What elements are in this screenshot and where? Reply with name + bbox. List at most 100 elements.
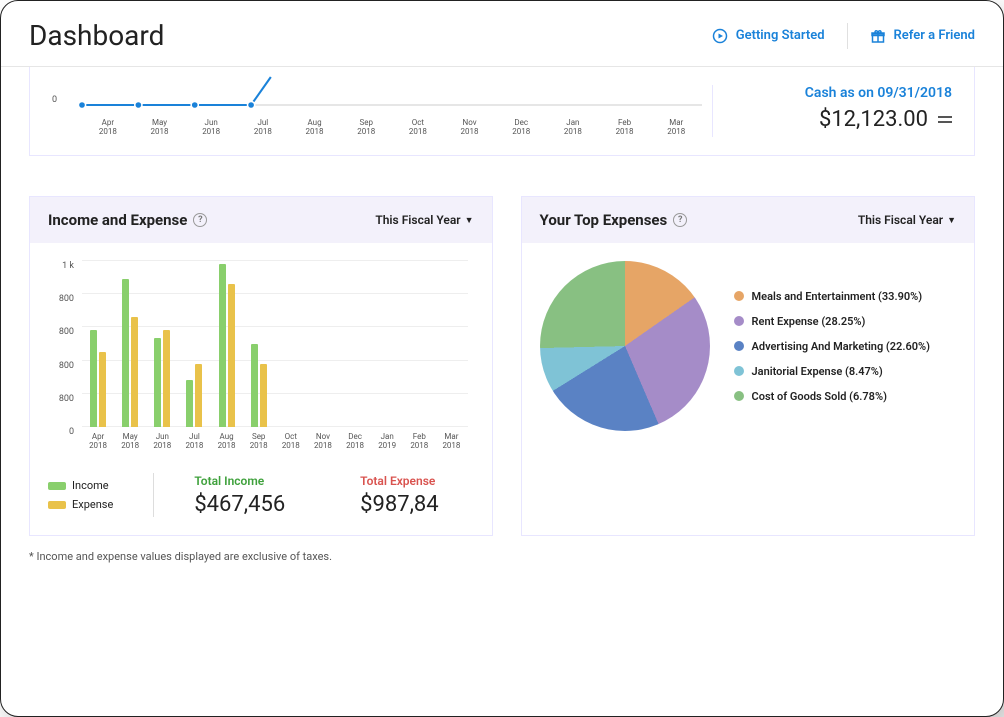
legend-dot	[734, 291, 744, 301]
top-expenses-period-label: This Fiscal Year	[858, 213, 943, 227]
pie-legend-item: Rent Expense (28.25%)	[734, 315, 930, 328]
cash-value-row: $12,123.00	[735, 107, 952, 132]
cash-row: 0 Apr2018May2018Jun2018Jul2018Aug2018Sep…	[29, 67, 975, 156]
legend-dot	[734, 391, 744, 401]
swatch-income	[48, 482, 66, 490]
caret-down-icon: ▼	[947, 215, 956, 226]
total-expense-value: $987,84	[360, 492, 439, 517]
bar-group	[339, 261, 371, 427]
x-tick: Jul2018	[178, 432, 210, 451]
help-icon[interactable]: ?	[193, 213, 207, 227]
x-tick: Mar2018	[435, 432, 467, 451]
legend-label: Rent Expense (28.25%)	[752, 315, 866, 328]
bar	[228, 284, 235, 427]
x-tick: Nov2018	[307, 432, 339, 451]
total-expense: Total Expense $987,84	[360, 474, 439, 517]
header-actions: Getting Started Refer a Friend	[712, 23, 975, 49]
pie-legend: Meals and Entertainment (33.90%) Rent Exp…	[734, 290, 930, 403]
bar-group	[82, 261, 114, 427]
x-tick: Jan2018	[547, 118, 599, 137]
x-tick: Apr2018	[82, 432, 114, 451]
cash-date-link[interactable]: Cash as on 09/31/2018	[735, 85, 952, 101]
x-tick: Jun2018	[146, 432, 178, 451]
getting-started-label: Getting Started	[736, 28, 825, 43]
income-expense-period-label: This Fiscal Year	[375, 213, 460, 227]
y-tick: 800	[59, 294, 74, 304]
x-tick: Sep2018	[340, 118, 392, 137]
bar-group	[243, 261, 275, 427]
x-tick: Feb2018	[403, 432, 435, 451]
getting-started-link[interactable]: Getting Started	[712, 28, 825, 44]
cash-value: $12,123.00	[819, 107, 928, 132]
income-expense-card: Income and Expense ? This Fiscal Year ▼ …	[29, 196, 493, 536]
bar	[90, 330, 97, 427]
bar	[131, 317, 138, 427]
divider	[153, 473, 154, 517]
x-tick: Jul2018	[237, 118, 289, 137]
y-tick: 0	[69, 427, 74, 437]
menu-icon[interactable]	[938, 116, 952, 123]
y-tick: 1 k	[62, 261, 74, 271]
x-tick: Aug2018	[211, 432, 243, 451]
income-expense-period-picker[interactable]: This Fiscal Year ▼	[375, 213, 473, 227]
x-tick: Sep2018	[243, 432, 275, 451]
x-tick: Feb2018	[599, 118, 651, 137]
cash-box: Cash as on 09/31/2018 $12,123.00	[712, 85, 952, 137]
bar-group	[307, 261, 339, 427]
top-expenses-title: Your Top Expenses ?	[540, 211, 688, 229]
x-tick: Nov2018	[444, 118, 496, 137]
top-expenses-period-picker[interactable]: This Fiscal Year ▼	[858, 213, 956, 227]
swatch-expense	[48, 501, 66, 509]
bar-group	[211, 261, 243, 427]
bar	[219, 264, 226, 427]
x-tick: Jun2018	[185, 118, 237, 137]
top-expenses-title-text: Your Top Expenses	[540, 211, 668, 229]
bar	[154, 338, 161, 427]
pie-legend-item: Meals and Entertainment (33.90%)	[734, 290, 930, 303]
legend-label: Advertising And Marketing (22.60%)	[752, 340, 930, 353]
income-expense-barchart: 08008008008001 k Apr2018May2018Jun2018Ju…	[48, 261, 474, 451]
top-expenses-card: Your Top Expenses ? This Fiscal Year ▼ M…	[521, 196, 975, 536]
bar-group	[275, 261, 307, 427]
income-expense-title-text: Income and Expense	[48, 211, 187, 229]
refer-friend-label: Refer a Friend	[894, 28, 975, 43]
income-expense-title: Income and Expense ?	[48, 211, 207, 229]
bar	[186, 380, 193, 427]
header: Dashboard Getting Started Refer a Friend	[1, 1, 1003, 67]
bar	[163, 330, 170, 427]
pie-legend-item: Advertising And Marketing (22.60%)	[734, 340, 930, 353]
bar-legend: Income Expense	[48, 479, 113, 511]
total-income: Total Income $467,456	[194, 474, 285, 517]
legend-income-label: Income	[72, 479, 109, 492]
legend-dot	[734, 366, 744, 376]
divider	[847, 23, 848, 49]
gift-icon	[870, 28, 886, 44]
bar	[122, 279, 129, 427]
page-title: Dashboard	[29, 19, 164, 52]
cash-trend-chart: 0 Apr2018May2018Jun2018Jul2018Aug2018Sep…	[52, 85, 712, 137]
x-tick: May2018	[134, 118, 186, 137]
total-income-value: $467,456	[194, 492, 285, 517]
legend-income: Income	[48, 479, 113, 492]
bar	[260, 364, 267, 427]
bar	[99, 352, 106, 427]
y-tick-0: 0	[52, 95, 57, 105]
x-tick: Aug2018	[289, 118, 341, 137]
legend-dot	[734, 316, 744, 326]
refer-friend-link[interactable]: Refer a Friend	[870, 28, 975, 44]
x-tick: Jan2019	[371, 432, 403, 451]
x-tick: Oct2018	[392, 118, 444, 137]
bar	[251, 344, 258, 427]
y-tick: 800	[59, 361, 74, 371]
y-tick: 800	[59, 394, 74, 404]
bar-group	[178, 261, 210, 427]
x-tick: May2018	[114, 432, 146, 451]
total-income-label: Total Income	[194, 474, 285, 488]
x-tick: Dec2018	[339, 432, 371, 451]
pie-legend-item: Cost of Goods Sold (6.78%)	[734, 390, 930, 403]
legend-expense: Expense	[48, 498, 113, 511]
income-expense-footnote: * Income and expense values displayed ar…	[29, 550, 975, 563]
x-tick: Oct2018	[275, 432, 307, 451]
help-icon[interactable]: ?	[673, 213, 687, 227]
bar-group	[114, 261, 146, 427]
